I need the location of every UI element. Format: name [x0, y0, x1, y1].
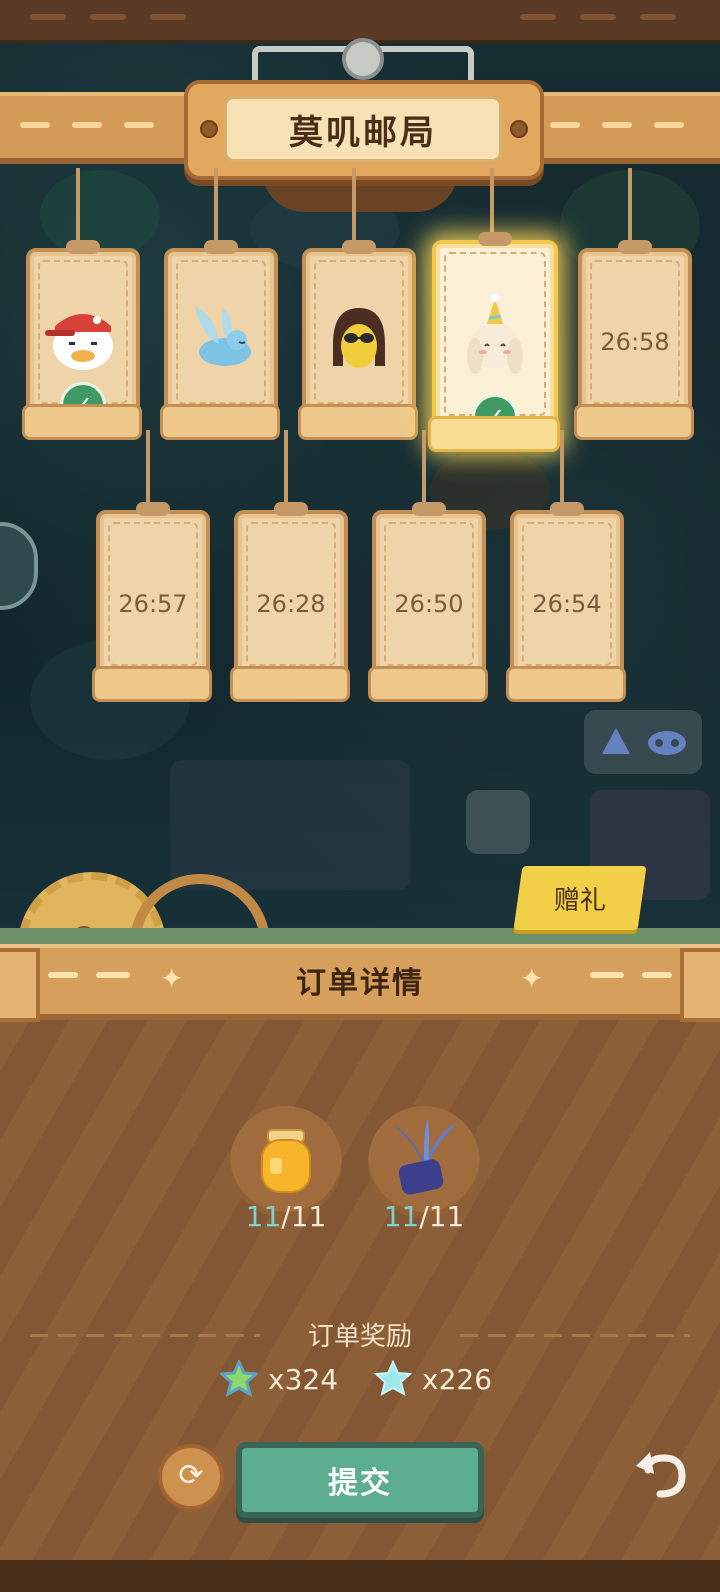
screw-icon — [200, 120, 218, 138]
order-tag-1[interactable]: ✓ — [22, 240, 142, 440]
party-bunny-portrait-icon — [467, 294, 523, 374]
cooldown-timer: 26:57 — [118, 590, 188, 618]
order-tag-9[interactable]: 26:54 — [506, 502, 626, 702]
refresh-icon: ⟳ — [178, 1458, 204, 1493]
tag-string — [284, 430, 288, 510]
refresh-button[interactable]: ⟳ — [158, 1444, 224, 1510]
green-star-icon — [220, 1360, 258, 1397]
blue-plant-pot-icon — [394, 1120, 456, 1195]
order-tag-2[interactable] — [160, 240, 280, 440]
gift-label: 赠礼 — [553, 885, 606, 916]
blue-bird-portrait-icon — [195, 306, 251, 366]
bush-deco — [40, 170, 160, 260]
tag-string — [146, 430, 150, 510]
top-frame — [0, 0, 720, 43]
tag-string — [422, 430, 426, 510]
order-tag-6[interactable]: 26:57 — [92, 502, 212, 702]
screw-icon — [510, 120, 528, 138]
cooldown-timer: 26:50 — [394, 590, 464, 618]
wizard-hat-icon — [602, 728, 630, 754]
hanger-knob — [342, 38, 384, 80]
cooldown-timer: 26:54 — [532, 590, 602, 618]
blue-star-icon — [374, 1360, 412, 1396]
reward-green-star: x324 — [220, 1360, 338, 1398]
reward-blue-star: x226 — [374, 1360, 492, 1398]
count-have: 11 — [383, 1200, 420, 1233]
details-title: 订单详情 — [296, 966, 424, 1001]
cooldown-timer: 26:28 — [256, 590, 326, 618]
gift-button[interactable]: 赠礼 — [513, 866, 647, 930]
emote-bubble — [584, 710, 702, 774]
item-count-honey: 11/11 — [230, 1200, 342, 1233]
order-tag-5[interactable]: 26:58 — [574, 240, 694, 440]
reward-amount: x324 — [268, 1362, 339, 1396]
item-count-plant: 11/11 — [368, 1200, 480, 1233]
count-need: /11 — [281, 1200, 327, 1233]
sign-rail-left — [0, 92, 190, 164]
order-tag-7[interactable]: 26:28 — [230, 502, 350, 702]
cooldown-timer: 26:58 — [600, 328, 670, 356]
count-need: /11 — [419, 1200, 465, 1233]
tag-string — [76, 168, 80, 248]
page-title: 莫叽邮局 — [289, 112, 437, 153]
bottom-bar — [0, 1560, 720, 1592]
count-have: 11 — [245, 1200, 282, 1233]
yarn-sign-deco — [466, 790, 530, 854]
mask-icon — [648, 731, 686, 755]
duck-cap-portrait-icon — [45, 314, 113, 370]
tag-string — [560, 430, 564, 510]
tag-string — [628, 168, 632, 248]
tag-string — [214, 168, 218, 248]
sign-inner: 莫叽邮局 — [224, 96, 502, 162]
order-tag-4-selected[interactable]: ✓ — [428, 232, 560, 452]
reward-title: 订单奖励 — [307, 1322, 412, 1352]
submit-button[interactable]: 提交 — [236, 1442, 484, 1518]
tag-string — [490, 168, 494, 236]
order-tag-3[interactable] — [298, 240, 418, 440]
sign-rail-right — [530, 92, 720, 164]
honey-jar-icon — [261, 1129, 311, 1193]
submit-label: 提交 — [328, 1466, 392, 1501]
back-arrow-icon[interactable] — [630, 1444, 690, 1504]
sunglasses-lemon-portrait-icon — [333, 308, 385, 368]
market-stalls-deco — [170, 760, 410, 890]
reward-amount: x226 — [422, 1362, 493, 1396]
post-office-sign: 莫叽邮局 — [184, 80, 544, 180]
order-tag-8[interactable]: 26:50 — [368, 502, 488, 702]
tag-string — [352, 168, 356, 248]
